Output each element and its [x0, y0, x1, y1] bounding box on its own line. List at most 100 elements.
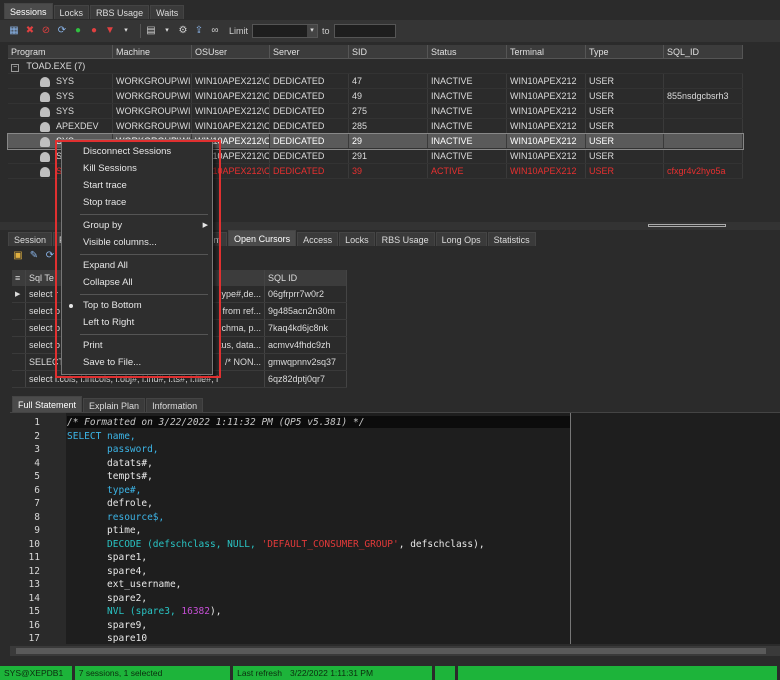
sql-editor[interactable]: 1 /* Formatted on 3/22/2022 1:11:32 PM (Q… — [10, 412, 780, 644]
line-number: 4 — [34, 457, 40, 469]
tab-statistics[interactable]: Statistics — [487, 232, 536, 246]
code-token: datats#, — [67, 457, 153, 469]
cell-status: INACTIVE — [428, 74, 507, 88]
cell-status: ACTIVE — [428, 164, 507, 178]
code-line: spare4, — [67, 566, 147, 577]
code-token: spare1, — [67, 552, 148, 563]
sql-text-start: select r — [29, 289, 59, 299]
tab-access[interactable]: Access — [297, 232, 339, 246]
cell-sid: 39 — [349, 164, 428, 178]
group-row[interactable]: − TOAD.EXE (7) — [8, 59, 743, 74]
tab-rbs-usage[interactable]: RBS Usage — [90, 5, 150, 19]
tab-waits[interactable]: Waits — [150, 5, 185, 19]
menu-visible-columns[interactable]: Visible columns... — [62, 235, 212, 251]
columns-icon[interactable]: ▤ — [145, 25, 157, 37]
menu-icon[interactable]: ≡ — [12, 270, 26, 286]
cell-program: SYS — [8, 74, 113, 88]
refresh-icon[interactable]: ⟳ — [56, 25, 68, 37]
menu-print[interactable]: Print — [62, 338, 212, 354]
tab-information[interactable]: Information — [146, 398, 204, 412]
menu-collapse-all[interactable]: Collapse All — [62, 275, 212, 291]
cell-cursor-sql-id: gmwqpnnv2sq37 — [265, 354, 347, 370]
chevron-down-icon[interactable]: ▾ — [307, 25, 318, 37]
menu-top-to-bottom[interactable]: Top to Bottom — [62, 298, 212, 314]
col-sql-id[interactable]: SQL_ID — [664, 45, 743, 58]
cell-program: SYS — [8, 89, 113, 103]
col-osuser[interactable]: OSUser — [192, 45, 270, 58]
to-input[interactable] — [333, 24, 396, 38]
horizontal-scrollbar[interactable] — [10, 646, 780, 656]
tab-full-statement[interactable]: Full Statement — [12, 396, 83, 412]
code-token: DECODE (defschclass, NULL, — [67, 538, 262, 550]
tab-sessions[interactable]: Sessions — [4, 3, 53, 19]
tab-explain-plan[interactable]: Explain Plan — [83, 398, 146, 412]
menu-separator — [80, 334, 208, 335]
menu-expand-all[interactable]: Expand All — [62, 258, 212, 274]
stop-trace-icon[interactable]: ● — [88, 25, 100, 37]
col-terminal[interactable]: Terminal — [507, 45, 586, 58]
tab-open-cursors[interactable]: Open Cursors — [228, 230, 297, 246]
scrollbar-thumb[interactable] — [16, 648, 766, 654]
export-icon[interactable]: ⇪ — [193, 25, 205, 37]
dropdown-icon[interactable]: ▾ — [161, 25, 173, 37]
menu-kill-sessions[interactable]: Kill Sessions — [62, 161, 212, 177]
table-row[interactable]: APEXDEV WORKGROUP\WIN1WIN10APEX212\ClaDED… — [8, 119, 743, 134]
menu-left-to-right[interactable]: Left to Right — [62, 315, 212, 331]
cell-program-text: SYS — [56, 106, 75, 116]
menu-group-by[interactable]: Group by ▶ — [62, 218, 212, 234]
tab-long-ops[interactable]: Long Ops — [435, 232, 487, 246]
col-server[interactable]: Server — [270, 45, 349, 58]
col-sid[interactable]: SID — [349, 45, 428, 58]
tab-locks-detail[interactable]: Locks — [339, 232, 375, 246]
statement-tabstrip: Full Statement Explain Plan Information — [12, 396, 204, 412]
start-trace-icon[interactable]: ● — [72, 25, 84, 37]
binoculars-icon[interactable]: ∞ — [209, 25, 221, 37]
refresh-icon[interactable]: ⟳ — [44, 250, 56, 262]
cell-sid: 47 — [349, 74, 428, 88]
limit-label: Limit — [229, 26, 249, 36]
row-indicator — [12, 320, 26, 336]
col-type[interactable]: Type — [586, 45, 664, 58]
table-row[interactable]: SYS WORKGROUP\WIN1WIN10APEX212\ClaDEDICAT… — [8, 104, 743, 119]
cell-type: USER — [586, 104, 664, 118]
cell-status: INACTIVE — [428, 89, 507, 103]
right-margin-line — [570, 413, 571, 644]
kill-icon[interactable]: ✖ — [24, 25, 36, 37]
col-machine[interactable]: Machine — [113, 45, 192, 58]
col-cursor-sql-id[interactable]: SQL ID — [265, 270, 347, 286]
code-line: type#, — [67, 485, 141, 496]
tab-session[interactable]: Session — [8, 232, 53, 246]
splitter-handle[interactable] — [648, 224, 726, 227]
line-number: 15 — [28, 606, 40, 617]
cell-type: USER — [586, 149, 664, 163]
save-icon[interactable]: ▣ — [12, 250, 24, 262]
tab-rbs-usage-detail[interactable]: RBS Usage — [375, 232, 435, 246]
line-number: 5 — [34, 471, 40, 482]
line-number: 14 — [28, 592, 40, 604]
grid-icon[interactable]: ▦ — [8, 25, 20, 37]
tab-locks[interactable]: Locks — [53, 5, 90, 19]
line-number: 13 — [28, 579, 40, 590]
dropdown-icon[interactable]: ▾ — [120, 25, 132, 37]
status-refresh-time: 3/22/2022 1:11:31 PM — [290, 668, 374, 678]
col-status[interactable]: Status — [428, 45, 507, 58]
stop-icon[interactable]: ⊘ — [40, 25, 52, 37]
menu-start-trace[interactable]: Start trace — [62, 178, 212, 194]
user-icon — [40, 136, 50, 147]
cell-sql-id — [664, 134, 743, 148]
menu-group-by-label: Group by — [83, 220, 123, 231]
cell-terminal: WIN10APEX212 — [507, 164, 586, 178]
table-row[interactable]: SYS WORKGROUP\WIN1WIN10APEX212\ClaDEDICAT… — [8, 74, 743, 89]
menu-save-to-file[interactable]: Save to File... — [62, 355, 212, 371]
limit-input[interactable]: ▾ — [252, 24, 319, 38]
filter-icon[interactable]: ▼ — [104, 25, 116, 37]
cell-terminal: WIN10APEX212 — [507, 149, 586, 163]
settings-icon[interactable]: ⚙ — [177, 25, 189, 37]
table-row[interactable]: SYS WORKGROUP\WIN1WIN10APEX212\ClaDEDICAT… — [8, 89, 743, 104]
menu-top-to-bottom-label: Top to Bottom — [83, 300, 142, 311]
edit-icon[interactable]: ✎ — [28, 250, 40, 262]
menu-disconnect-sessions[interactable]: Disconnect Sessions — [62, 144, 212, 160]
collapse-icon[interactable]: − — [11, 64, 19, 72]
col-program[interactable]: Program — [8, 45, 113, 58]
menu-stop-trace[interactable]: Stop trace — [62, 195, 212, 211]
